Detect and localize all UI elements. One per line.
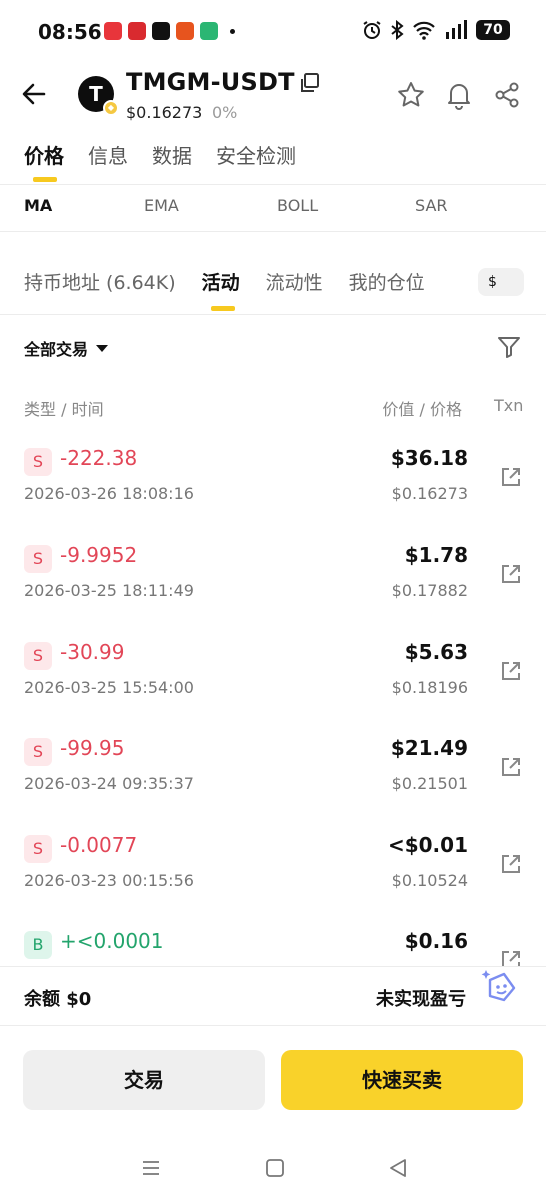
trade-amount: +<0.0001 — [60, 929, 164, 953]
notification-app-icon — [176, 22, 194, 40]
alert-bell-icon[interactable] — [444, 80, 474, 110]
trade-filter-dropdown[interactable]: 全部交易 — [24, 336, 109, 360]
tab-my-positions[interactable]: 我的仓位 — [349, 268, 425, 295]
bluetooth-icon — [391, 20, 404, 40]
trade-amount: -9.9952 — [60, 543, 138, 567]
trade-side-badge: S — [24, 835, 52, 863]
balance-bar: 余额 $0 未实现盈亏 — [0, 966, 546, 1026]
trade-row[interactable]: S -222.38 2026-03-26 18:08:16 $36.18 $0.1627… — [0, 446, 546, 542]
tab-data[interactable]: 数据 — [152, 140, 192, 169]
status-bar: 08:56 70 — [0, 0, 546, 64]
pair-title: TMGM-USDT — [126, 68, 295, 96]
token-header: T ◆ TMGM-USDT $0.16273 0% — [0, 64, 546, 134]
pair-price: $0.16273 — [126, 103, 203, 122]
indicator-tab-sar[interactable]: SAR — [415, 196, 448, 215]
notification-icons — [104, 22, 235, 40]
notification-app-icon — [128, 22, 146, 40]
indicator-tabs: MA EMA BOLL SAR — [0, 196, 546, 222]
trade-side-badge: S — [24, 545, 52, 573]
trade-timestamp: 2026-03-25 18:11:49 — [24, 581, 194, 600]
indicator-tab-ema[interactable]: EMA — [144, 196, 179, 215]
indicator-tab-ma[interactable]: MA — [24, 196, 52, 215]
tab-holders[interactable]: 持币地址 (6.64K) — [24, 268, 176, 295]
trade-value: $5.63 — [404, 640, 468, 664]
main-tabs: 价格 信息 数据 安全检测 — [24, 140, 296, 182]
trade-price: $0.17882 — [391, 581, 468, 600]
trade-price: $0.10524 — [391, 871, 468, 890]
quick-trade-button[interactable]: 快速买卖 — [281, 1050, 523, 1110]
trade-timestamp: 2026-03-23 00:15:56 — [24, 871, 194, 890]
trade-value: $0.16 — [404, 929, 468, 953]
wifi-icon — [413, 21, 435, 40]
trade-row[interactable]: S -30.99 2026-03-25 15:54:00 $5.63 $0.18196 — [0, 640, 546, 736]
column-header-txn: Txn — [494, 396, 524, 415]
home-icon[interactable] — [263, 1156, 287, 1180]
activity-tabs: 持币地址 (6.64K) 活动 流动性 我的仓位 — [24, 268, 425, 311]
filter-funnel-icon[interactable] — [496, 334, 522, 360]
trade-side-badge: S — [24, 448, 52, 476]
x-app-icon — [152, 22, 170, 40]
external-link-icon[interactable] — [500, 466, 522, 488]
trade-value: $36.18 — [390, 446, 468, 470]
chain-badge-icon: ◆ — [103, 100, 119, 116]
pair-change: 0% — [212, 103, 238, 122]
battery-indicator: 70 — [476, 20, 510, 40]
trade-row[interactable]: S -0.0077 2026-03-23 00:15:56 <$0.01 $0.1052… — [0, 833, 546, 929]
divider — [0, 231, 546, 232]
notification-app-icon — [104, 22, 122, 40]
caret-down-icon — [96, 344, 109, 352]
column-header-type-time: 类型 / 时间 — [24, 400, 104, 419]
recent-apps-icon[interactable] — [139, 1156, 163, 1180]
share-icon[interactable] — [492, 80, 522, 110]
trade-row[interactable]: S -9.9952 2026-03-25 18:11:49 $1.78 $0.17882 — [0, 543, 546, 639]
trade-price: $0.18196 — [391, 678, 468, 697]
trade-amount: -222.38 — [60, 446, 138, 470]
trade-button[interactable]: 交易 — [23, 1050, 265, 1110]
alarm-icon — [363, 21, 381, 39]
more-notifications-icon — [230, 29, 235, 34]
divider — [0, 184, 546, 185]
trade-price: $0.16273 — [391, 484, 468, 503]
tab-activity[interactable]: 活动 — [202, 268, 240, 311]
trade-side-badge: S — [24, 738, 52, 766]
trade-amount: -30.99 — [60, 640, 125, 664]
tab-info[interactable]: 信息 — [88, 140, 128, 169]
external-link-icon[interactable] — [500, 563, 522, 585]
tab-price[interactable]: 价格 — [24, 140, 64, 182]
tab-security-check[interactable]: 安全检测 — [216, 140, 296, 169]
trade-timestamp: 2026-03-25 15:54:00 — [24, 678, 194, 697]
trade-value: <$0.01 — [387, 833, 468, 857]
trade-timestamp: 2026-03-24 09:35:37 — [24, 774, 194, 793]
indicator-tab-boll[interactable]: BOLL — [277, 196, 318, 215]
favorite-star-icon[interactable] — [396, 80, 426, 110]
balance-label: 余额 $0 — [24, 989, 92, 1010]
back-triangle-icon[interactable] — [386, 1156, 410, 1180]
divider — [0, 314, 546, 315]
back-arrow-icon[interactable] — [18, 78, 50, 110]
trade-side-badge: B — [24, 931, 52, 959]
currency-toggle[interactable]: $ — [478, 268, 524, 296]
unrealized-pnl-label[interactable]: 未实现盈亏 — [376, 985, 466, 1011]
status-time: 08:56 — [38, 20, 102, 44]
copy-icon[interactable] — [298, 72, 320, 94]
tab-liquidity[interactable]: 流动性 — [266, 268, 323, 295]
column-header-value-price: 价值 / 价格 — [382, 400, 462, 419]
trade-filter-label: 全部交易 — [24, 340, 89, 359]
trade-amount: -99.95 — [60, 736, 125, 760]
trade-timestamp: 2026-03-26 18:08:16 — [24, 484, 194, 503]
trade-price: $0.21501 — [391, 774, 468, 793]
ai-assistant-icon[interactable] — [480, 966, 520, 1006]
system-nav-bar — [0, 1140, 546, 1200]
trade-side-badge: S — [24, 642, 52, 670]
external-link-icon[interactable] — [500, 660, 522, 682]
trade-value: $1.78 — [404, 543, 468, 567]
signal-icon — [446, 20, 467, 39]
status-icons: 70 — [362, 20, 510, 40]
notification-app-icon — [200, 22, 218, 40]
trade-value: $21.49 — [390, 736, 468, 760]
trade-amount: -0.0077 — [60, 833, 138, 857]
external-link-icon[interactable] — [500, 756, 522, 778]
external-link-icon[interactable] — [500, 853, 522, 875]
trade-row[interactable]: S -99.95 2026-03-24 09:35:37 $21.49 $0.21501 — [0, 736, 546, 832]
